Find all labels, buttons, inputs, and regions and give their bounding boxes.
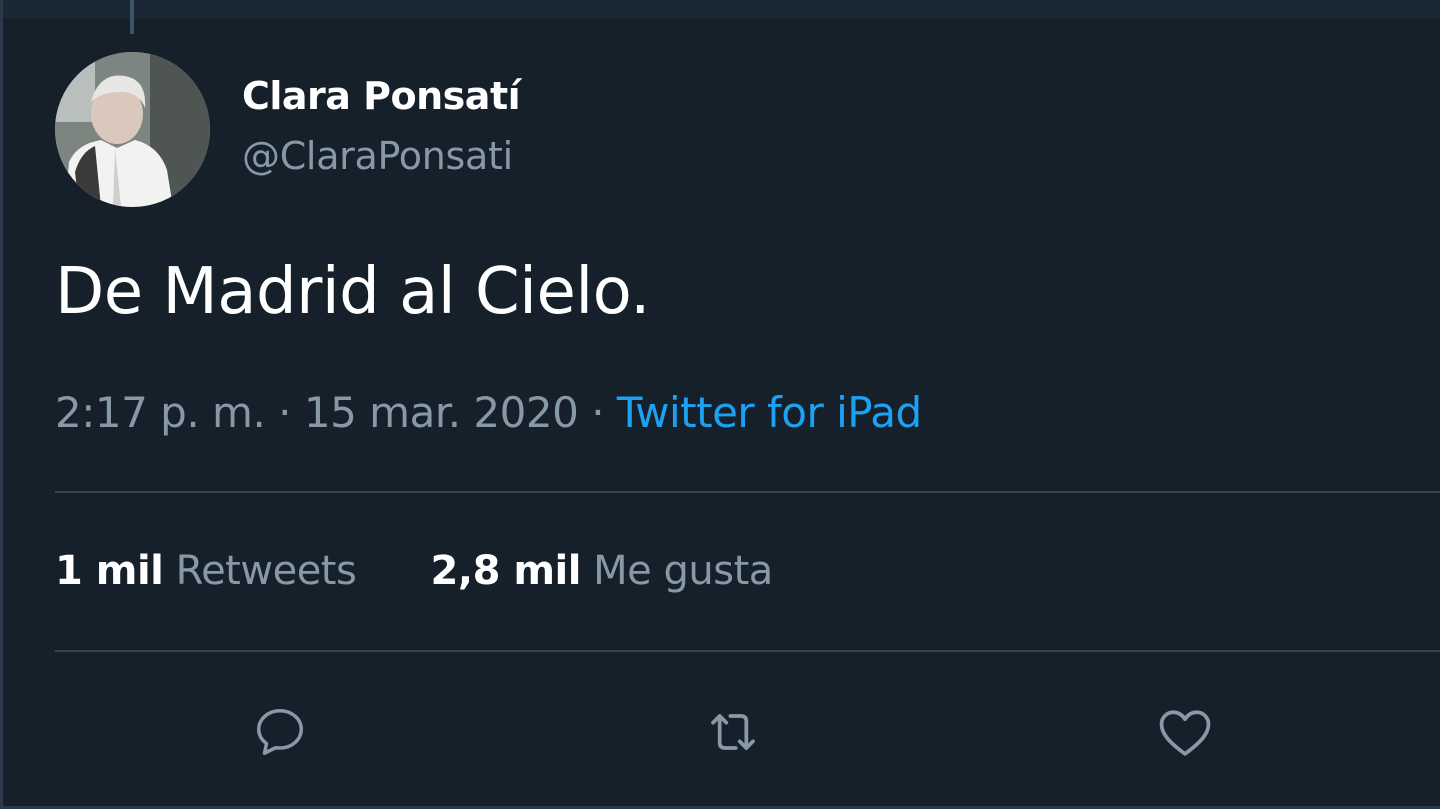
- meta-separator: ·: [278, 388, 292, 437]
- retweets-label: Retweets: [175, 548, 357, 594]
- retweets-stat[interactable]: 1 mil Retweets: [55, 548, 357, 594]
- tweet-time[interactable]: 2:17 p. m.: [55, 388, 266, 437]
- tweet-detail-view: Clara Ponsatí @ClaraPonsati De Madrid al…: [0, 0, 1440, 809]
- previous-tweet-edge: [0, 0, 1440, 18]
- divider: [55, 650, 1440, 652]
- retweets-count: 1 mil: [55, 548, 164, 594]
- tweet-text: De Madrid al Cielo.: [55, 255, 650, 329]
- thread-connector-line: [130, 0, 134, 34]
- divider: [55, 491, 1440, 493]
- tweet-meta: 2:17 p. m. · 15 mar. 2020 · Twitter for …: [55, 388, 922, 437]
- reply-icon: [257, 709, 303, 755]
- tweet-date[interactable]: 15 mar. 2020: [304, 388, 579, 437]
- author-display-name[interactable]: Clara Ponsatí: [242, 74, 521, 118]
- tweet-stats: 1 mil Retweets 2,8 mil Me gusta: [55, 548, 835, 594]
- reply-button[interactable]: [248, 700, 312, 764]
- meta-separator: ·: [591, 388, 605, 437]
- likes-label: Me gusta: [593, 548, 773, 594]
- frame-border: [0, 0, 3, 809]
- retweet-button[interactable]: [701, 700, 765, 764]
- author-username[interactable]: @ClaraPonsati: [242, 134, 513, 178]
- likes-stat[interactable]: 2,8 mil Me gusta: [430, 548, 774, 594]
- tweet-source-link[interactable]: Twitter for iPad: [617, 388, 922, 437]
- avatar[interactable]: [55, 52, 210, 207]
- like-button[interactable]: [1153, 700, 1217, 764]
- likes-count: 2,8 mil: [430, 548, 582, 594]
- profile-photo: [55, 52, 210, 207]
- heart-icon: [1159, 710, 1211, 756]
- retweet-icon: [711, 714, 755, 750]
